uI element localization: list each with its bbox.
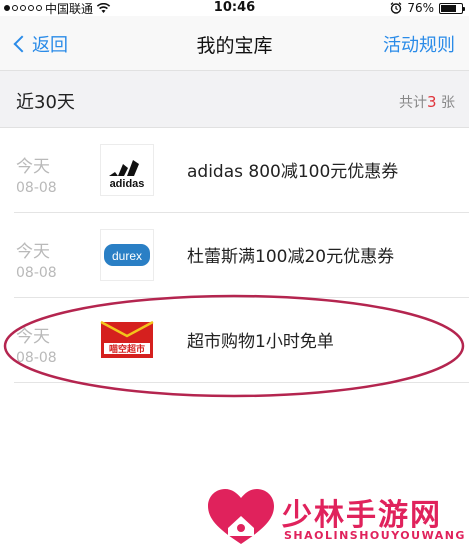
section-header: 近30天 共计3 张: [0, 70, 469, 128]
status-right: 76%: [390, 0, 465, 16]
item-title: adidas 800减100元优惠券: [187, 162, 399, 182]
item-day: 今天: [16, 327, 50, 347]
watermark-text: 少林手游网: [282, 498, 442, 533]
item-title: 超市购物1小时免单: [187, 332, 334, 352]
brand-text: durex: [112, 249, 142, 263]
item-day: 今天: [16, 157, 50, 177]
watermark-subtext: SHAOLINSHOUYOUWANG: [284, 529, 466, 542]
coupon-item-supermarket[interactable]: 今天 08-08 喵空超市 超市购物1小时免单: [0, 298, 469, 383]
count-suffix: 张: [436, 95, 455, 111]
alarm-clock-icon: [390, 2, 402, 14]
item-date: 08-08: [16, 350, 57, 366]
brand-text: adidas: [110, 178, 145, 190]
heart-logo-icon: [208, 489, 274, 544]
nav-bar: 返回 我的宝库 活动规则: [0, 16, 469, 70]
item-day: 今天: [16, 242, 50, 262]
section-title: 近30天: [16, 92, 75, 113]
durex-logo: durex: [100, 229, 154, 281]
battery-percent: 76%: [407, 1, 434, 15]
item-date: 08-08: [16, 180, 57, 196]
status-bar: 中国联通 10:46 76%: [0, 0, 469, 16]
coupon-item-adidas[interactable]: 今天 08-08 adidas adidas 800减100元优惠券: [0, 128, 469, 213]
activity-rules-button[interactable]: 活动规则: [383, 31, 455, 57]
adidas-logo: adidas: [100, 144, 154, 196]
brand-text: 喵空超市: [109, 343, 145, 355]
item-title: 杜蕾斯满100减20元优惠券: [187, 247, 395, 267]
count-value: 3: [427, 93, 437, 111]
watermark: 少林手游网 SHAOLINSHOUYOUWANG: [206, 488, 464, 546]
item-date: 08-08: [16, 265, 57, 281]
count-prefix: 共计: [399, 95, 427, 111]
coupon-count: 共计3 张: [399, 92, 455, 112]
supermarket-logo: 喵空超市: [100, 314, 154, 366]
divider: [14, 382, 469, 383]
coupon-item-durex[interactable]: 今天 08-08 durex 杜蕾斯满100减20元优惠券: [0, 213, 469, 298]
battery-icon: [439, 2, 465, 14]
